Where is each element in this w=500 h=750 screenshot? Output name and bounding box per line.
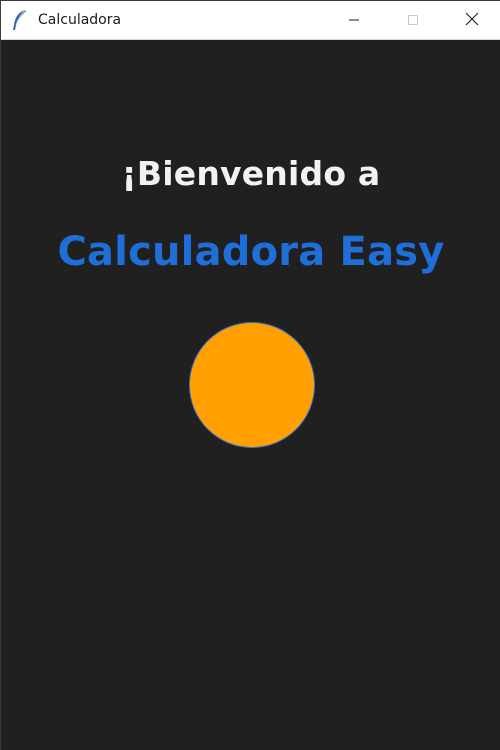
maximize-icon (407, 11, 419, 30)
main-content: ¡Bienvenido a Calculadora Easy (1, 40, 500, 750)
window-title: Calculadora (38, 12, 122, 28)
close-button[interactable] (449, 1, 495, 40)
feather-icon (11, 9, 29, 31)
title-bar[interactable]: Calculadora (1, 1, 500, 40)
app-window: Calculadora ¡Bienvenido a Calculadora Ea… (0, 0, 500, 750)
brand-title: Calculadora Easy (57, 229, 445, 275)
orange-circle (190, 323, 314, 447)
close-icon (465, 11, 479, 30)
maximize-button[interactable] (390, 1, 436, 40)
minimize-icon (348, 11, 360, 30)
minimize-button[interactable] (331, 1, 377, 40)
welcome-heading: ¡Bienvenido a (121, 154, 381, 193)
